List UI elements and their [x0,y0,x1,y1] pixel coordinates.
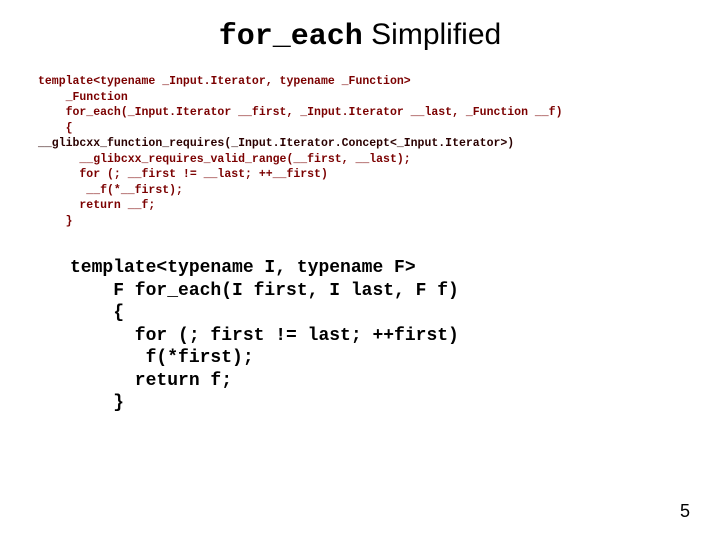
page-number: 5 [680,501,690,522]
code1-line: __glibcxx_requires_valid_range(__first, … [38,153,411,166]
code2-line: f(*first); [70,348,254,368]
code2-line: } [70,393,124,413]
slide-title: for_each Simplified [0,0,720,74]
code1-line: __f(*__first); [38,184,183,197]
code-block-original: template<typename _Input.Iterator, typen… [0,74,720,229]
title-mono: for_each [219,20,363,54]
title-rest: Simplified [363,18,501,51]
code2-line: return f; [70,371,232,391]
code1-line: for (; __first != __last; ++__first) [38,168,328,181]
code1-line: for_each(_Input.Iterator __first, _Input… [38,106,563,119]
code1-line: { [38,122,73,135]
code2-line: for (; first != last; ++first) [70,326,459,346]
code1-line: return __f; [38,199,155,212]
code1-line: } [38,215,73,228]
code2-line: { [70,303,124,323]
slide: for_each Simplified template<typename _I… [0,0,720,540]
code2-line: template<typename I, typename F> [70,258,416,278]
code-block-simplified: template<typename I, typename F> F for_e… [0,229,720,415]
code1-line: template<typename _Input.Iterator, typen… [38,75,411,88]
code1-line: __glibcxx_function_requires(_Input.Itera… [38,137,514,150]
code1-line: _Function [38,91,128,104]
code2-line: F for_each(I first, I last, F f) [70,281,459,301]
